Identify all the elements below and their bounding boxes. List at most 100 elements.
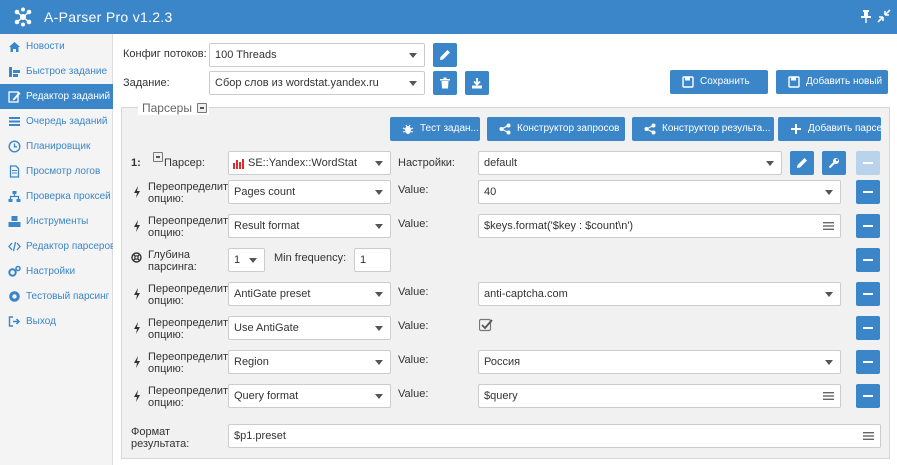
hamburger-icon[interactable] (823, 221, 834, 231)
override-label-line2: опцию: (148, 227, 184, 239)
sidebar-item-logout[interactable]: Выход (0, 309, 113, 334)
hamburger-icon[interactable] (863, 431, 874, 441)
parser-settings-select[interactable]: default (478, 151, 782, 175)
sidebar-item-scheduler[interactable]: Планировщик (0, 134, 113, 159)
save-icon (682, 76, 694, 88)
override-option-select[interactable]: Region (228, 350, 391, 374)
override-value-input[interactable]: $keys.format('$key : $count\n') (478, 214, 841, 238)
task-value: Сбор слов из wordstat.yandex.ru (215, 77, 379, 89)
download-task-button[interactable] (465, 71, 489, 95)
value-label: Value: (398, 218, 429, 230)
clock-icon (8, 140, 21, 153)
remove-override-button[interactable] (856, 180, 880, 204)
sidebar-item-label: Планировщик (26, 141, 91, 152)
override-value-select[interactable]: Россия (478, 350, 841, 374)
parser-value: SE::Yandex::WordStat (248, 157, 358, 169)
sidebar-item-proxy-check[interactable]: Проверка проксей (0, 184, 113, 209)
depth-select[interactable]: 1 (228, 248, 265, 272)
sidebar-item-test-parsing[interactable]: Тестовый парсинг (0, 284, 113, 309)
sidebar-item-label: Редактор парсеров (26, 241, 116, 252)
test-task-button-label: Тест задан... (420, 123, 479, 134)
list-icon (9, 117, 20, 126)
override-value-select[interactable]: 40 (478, 180, 841, 204)
sidebar-item-task-editor[interactable]: Редактор заданий (0, 84, 113, 109)
override-option-select[interactable]: AntiGate preset (228, 282, 391, 306)
chevron-down-icon (375, 190, 383, 195)
query-builder-button[interactable]: Конструктор запросов (487, 117, 625, 141)
bolt-icon (134, 390, 140, 402)
cubes-icon (8, 216, 21, 227)
override-option-select[interactable]: Result format (228, 214, 391, 238)
sidebar-item-label: Редактор заданий (26, 91, 111, 102)
sidebar-item-settings[interactable]: Настройки (0, 259, 113, 284)
code-icon (8, 241, 21, 252)
override-value-input[interactable]: $query (478, 384, 841, 408)
override-label-line2: опцию: (148, 295, 184, 307)
sidebar-item-task-queue[interactable]: Очередь заданий (0, 109, 113, 134)
sidebar-item-label: Быстрое задание (26, 66, 108, 77)
remove-parser-button[interactable] (856, 151, 880, 175)
collapse-icon[interactable] (876, 8, 892, 24)
sidebar-item-label: Выход (26, 316, 56, 327)
override-label-line1: Переопределить (148, 317, 234, 329)
parsers-title-text: Парсеры (142, 101, 192, 115)
sidebar-item-quick-task[interactable]: Быстрое задание (0, 59, 113, 84)
collapse-toggle-icon[interactable] (197, 103, 208, 113)
chevron-down-icon (409, 53, 417, 58)
override-label-line2: опцию: (148, 363, 184, 375)
parser-select[interactable]: SE::Yandex::WordStat (228, 151, 391, 175)
pin-icon[interactable] (858, 8, 874, 24)
override-value: $query (484, 390, 518, 402)
remove-depth-button[interactable] (856, 248, 880, 272)
save-button-label: Сохранить (700, 76, 750, 87)
remove-override-button[interactable] (856, 316, 880, 340)
edit-preset-button[interactable] (790, 151, 814, 175)
add-parser-button[interactable]: Добавить парсер (778, 117, 881, 141)
save-button[interactable]: Сохранить (670, 70, 768, 94)
remove-override-button[interactable] (856, 350, 880, 374)
override-option-select[interactable]: Query format (228, 384, 391, 408)
collapse-parser-icon[interactable] (153, 152, 163, 162)
sidebar-item-label: Просмотр логов (26, 166, 101, 177)
threads-config-select[interactable]: 100 Threads (209, 43, 425, 67)
value-label: Value: (398, 354, 429, 366)
chevron-down-icon (375, 360, 383, 365)
override-label-line1: Переопределить (148, 181, 234, 193)
parsers-panel: Парсеры Тест задан... Конструктор запрос… (121, 101, 890, 459)
parser-settings-button[interactable] (822, 151, 846, 175)
sidebar-item-label: Инструменты (26, 216, 89, 227)
sidebar-item-parser-editor[interactable]: Редактор парсеров (0, 234, 116, 259)
override-option-value: Query format (234, 390, 299, 402)
min-frequency-input[interactable]: 1 (354, 248, 391, 272)
override-option-label: Переопределить опцию: (148, 351, 234, 375)
override-option-label: Переопределить опцию: (148, 385, 234, 409)
hamburger-icon[interactable] (823, 391, 834, 401)
task-select[interactable]: Сбор слов из wordstat.yandex.ru (209, 71, 425, 95)
sidebar-item-news[interactable]: Новости (0, 34, 113, 59)
chevron-down-icon (375, 326, 383, 331)
sidebar-item-tools[interactable]: Инструменты (0, 209, 113, 234)
bolt-icon (134, 356, 140, 368)
result-builder-button[interactable]: Конструктор результа... (632, 117, 774, 141)
override-label-line1: Переопределить (148, 351, 234, 363)
add-new-task-button[interactable]: Добавить новый (776, 70, 888, 94)
remove-override-button[interactable] (856, 282, 880, 306)
delete-task-button[interactable] (433, 71, 457, 95)
edit-threads-config-button[interactable] (433, 43, 457, 67)
value-label: Value: (398, 320, 429, 332)
override-value-select[interactable]: anti-captcha.com (478, 282, 841, 306)
override-label-line2: опцию: (148, 397, 184, 409)
override-option-select[interactable]: Use AntiGate (228, 316, 391, 340)
use-antigate-checkbox[interactable] (479, 318, 493, 332)
remove-override-button[interactable] (856, 384, 880, 408)
sidebar: Новости Быстрое задание Редактор заданий… (0, 34, 116, 465)
share-icon (499, 123, 511, 135)
sidebar-item-logs[interactable]: Просмотр логов (0, 159, 113, 184)
result-format-input[interactable]: $p1.preset (228, 424, 881, 448)
threads-config-label: Конфиг потоков: (123, 48, 207, 60)
test-task-button[interactable]: Тест задан... (390, 117, 480, 141)
remove-override-button[interactable] (856, 214, 880, 238)
override-option-select[interactable]: Pages count (228, 180, 391, 204)
min-frequency-label: Min frequency: (274, 252, 347, 264)
override-option-label: Переопределить опцию: (148, 215, 234, 239)
